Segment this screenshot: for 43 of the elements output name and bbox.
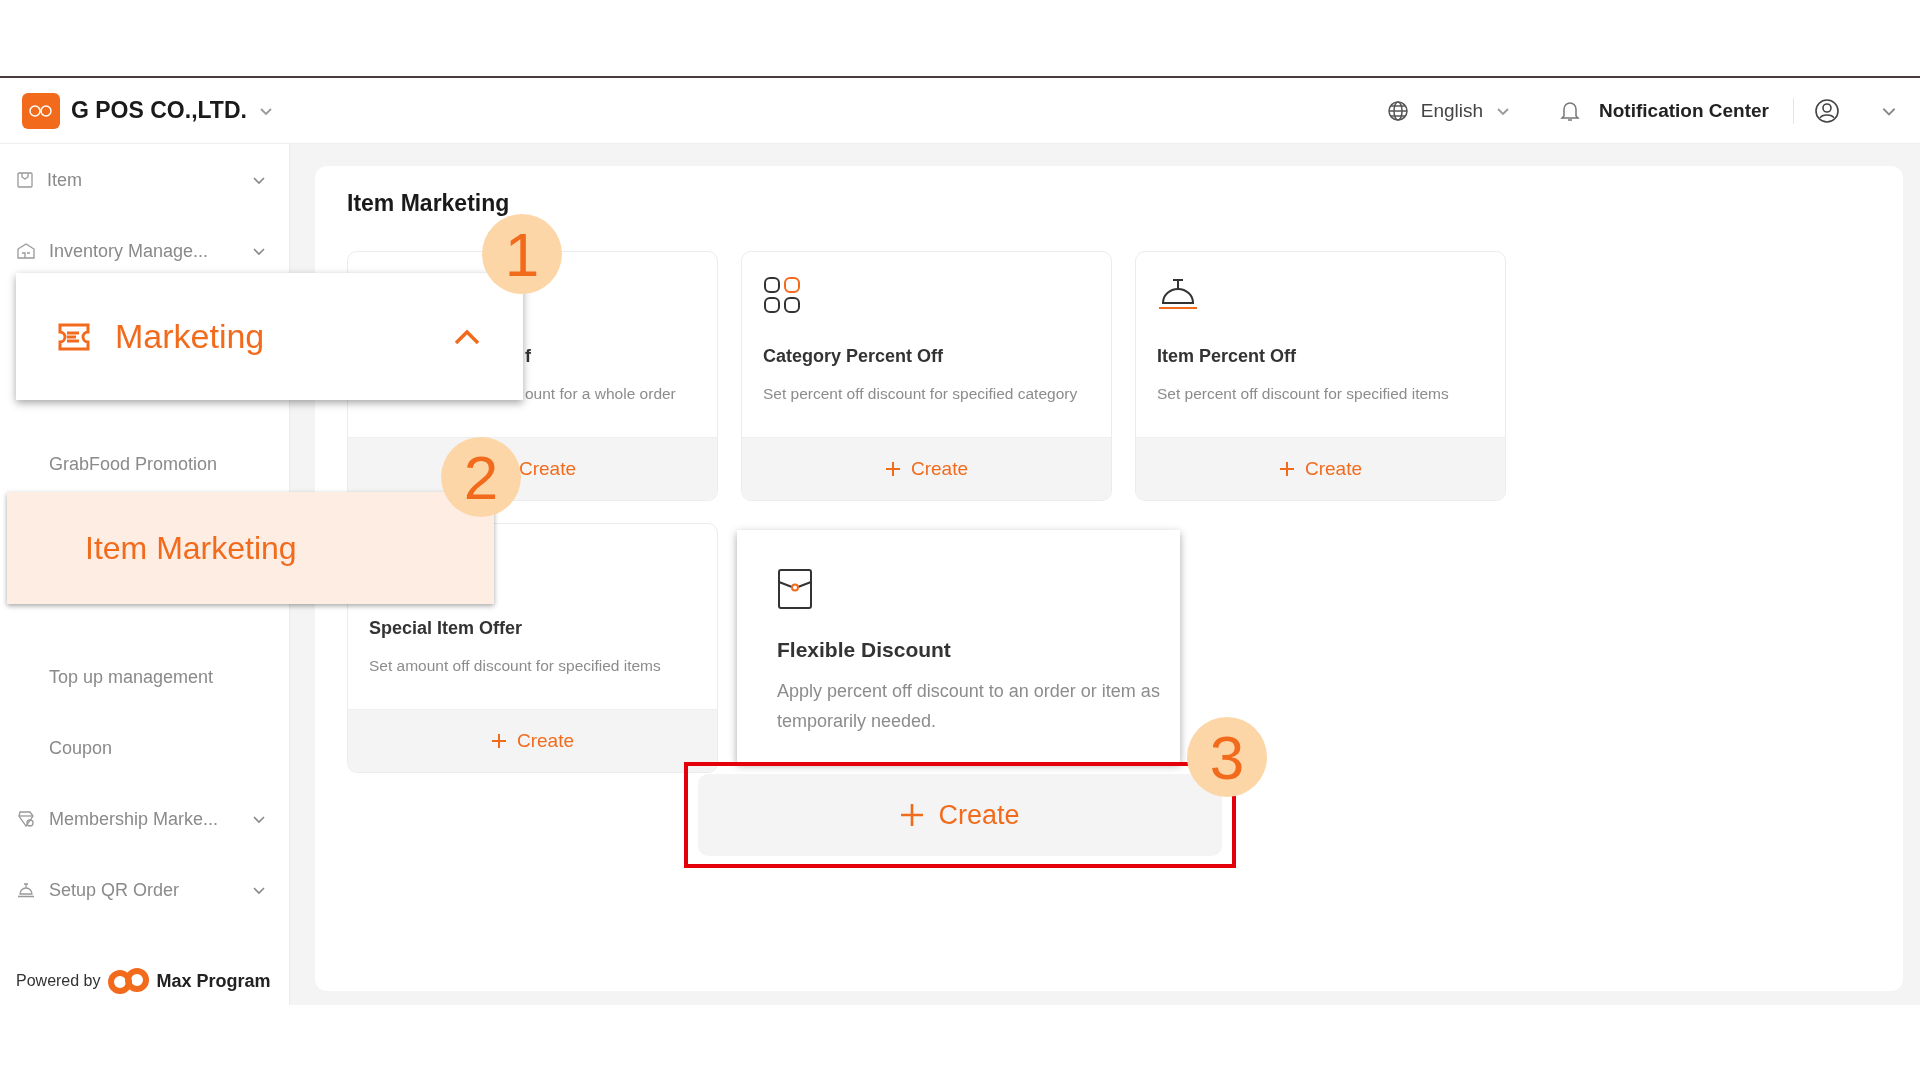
card-title: Item Percent Off xyxy=(1157,346,1298,367)
page-title: Item Marketing xyxy=(347,190,511,217)
envelope-icon xyxy=(777,568,813,610)
grid-icon xyxy=(763,276,801,314)
language-selector[interactable]: English xyxy=(1386,99,1512,122)
sidebar-item[interactable]: GrabFood Promotion xyxy=(0,442,289,486)
notification-center-button[interactable]: Notification Center xyxy=(1559,98,1769,123)
card-description: ount for a whole order xyxy=(525,384,677,404)
powered-by-label: Powered by xyxy=(16,972,101,990)
card-description: Set percent off discount for specified category xyxy=(763,384,1079,404)
sidebar-item[interactable]: Top up management xyxy=(0,655,289,699)
card-description: Set amount off discount for specified items xyxy=(369,656,662,676)
globe-icon xyxy=(1386,99,1409,122)
card-title: Special Item Offer xyxy=(369,618,524,639)
user-icon[interactable] xyxy=(1814,97,1840,124)
card-title: f xyxy=(525,346,532,367)
infinity-logo-icon xyxy=(106,967,151,995)
plus-icon xyxy=(1279,461,1295,477)
brand-name: Max Program xyxy=(156,970,271,992)
card-title: Flexible Discount xyxy=(777,638,952,662)
sidebar-item[interactable]: Setup QR Order xyxy=(0,868,289,912)
create-button[interactable]: Create xyxy=(885,458,968,480)
plus-icon xyxy=(491,733,507,749)
ticket-icon xyxy=(57,321,91,352)
sidebar-item[interactable]: Membership Marke... xyxy=(0,797,289,841)
sidebar-item[interactable]: Item xyxy=(0,158,289,202)
create-button[interactable]: Create xyxy=(491,730,574,752)
create-button[interactable]: Create xyxy=(519,458,576,480)
service-bell-icon xyxy=(1157,276,1199,312)
create-button[interactable]: Create xyxy=(1279,458,1362,480)
plus-icon xyxy=(900,803,925,827)
card-description: Set percent off discount for specified items xyxy=(1157,384,1450,404)
card-description: Apply percent off discount to an order or item as temporarily needed. xyxy=(777,680,1161,733)
sidebar-item[interactable]: Coupon xyxy=(0,726,289,770)
plus-icon xyxy=(885,461,901,477)
box-icon xyxy=(17,172,33,188)
sidebar-item[interactable]: Inventory Manage... xyxy=(0,229,289,273)
card-title: Category Percent Off xyxy=(763,346,945,367)
gem-icon xyxy=(17,810,35,828)
service-bell-icon xyxy=(17,882,35,898)
building-icon xyxy=(17,243,35,259)
logo-icon xyxy=(22,92,60,129)
company-name: G POS CO.,LTD. xyxy=(71,97,247,124)
